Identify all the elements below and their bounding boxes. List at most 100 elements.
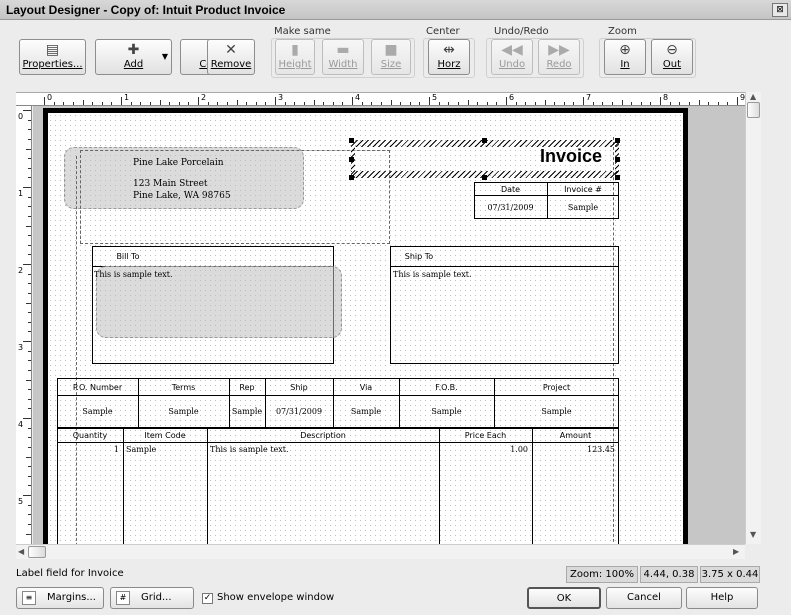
show-envelope-label[interactable]: Show envelope window: [217, 592, 334, 603]
ruler-tick: [602, 102, 604, 105]
ruler-tick: [28, 389, 31, 391]
ruler-tick: [515, 102, 517, 105]
ruler-tick: [101, 102, 103, 105]
remove-button[interactable]: ✕ Remove: [207, 39, 255, 75]
ruler-tick: [28, 158, 31, 160]
horz-label: Horz: [437, 59, 461, 70]
ruler-tick: [592, 102, 594, 105]
size-status: 3.75 x 0.44: [700, 566, 760, 583]
horizontal-scrollbar[interactable]: ◀ ▶: [16, 544, 745, 559]
horizontal-scroll-thumb[interactable]: [28, 546, 46, 558]
ruler-number: 0: [18, 112, 24, 121]
ruler-number: 6: [509, 93, 515, 102]
ruler-tick: [477, 102, 479, 105]
address-line-1[interactable]: 123 Main Street: [133, 179, 208, 190]
ruler-tick: [178, 102, 180, 105]
ruler-tick: [496, 102, 498, 105]
ruler-tick: [409, 102, 411, 105]
resize-handle-t[interactable]: [482, 138, 487, 143]
help-button[interactable]: Help: [686, 587, 758, 609]
resize-handle-br[interactable]: [615, 175, 620, 180]
undo-label: Undo: [498, 59, 526, 70]
scroll-up-icon[interactable]: ▲: [750, 92, 756, 101]
properties-icon: ▤: [45, 42, 60, 58]
ruler-tick: [698, 100, 700, 105]
size-button[interactable]: ■ Size: [371, 39, 411, 75]
zoom-out-label: Out: [662, 59, 682, 70]
grid-button[interactable]: # Grid...: [110, 587, 194, 609]
company-name[interactable]: Pine Lake Porcelain: [133, 158, 224, 169]
ruler-tick: [28, 167, 31, 169]
ruler-tick: [72, 102, 74, 105]
ruler-tick: [23, 341, 31, 342]
info-header: P.O. Number: [72, 383, 123, 392]
ruler-tick: [23, 495, 31, 496]
ruler-tick: [28, 244, 31, 246]
ruler-tick: [708, 102, 710, 105]
ruler-tick: [28, 475, 31, 477]
position-status: 4.44, 0.38: [640, 566, 698, 583]
height-button[interactable]: ▮ Height: [275, 39, 315, 75]
redo-button[interactable]: ▶▶ Redo: [538, 39, 580, 75]
undo-button[interactable]: ◀◀ Undo: [491, 39, 533, 75]
info-value: 07/31/2009: [275, 407, 323, 416]
address-line-2[interactable]: Pine Lake, WA 98765: [133, 191, 231, 202]
width-button[interactable]: ▬ Width: [322, 39, 364, 75]
redo-icon: ▶▶: [548, 42, 570, 58]
resize-handle-r[interactable]: [615, 157, 620, 162]
resize-handle-bl[interactable]: [349, 175, 354, 180]
design-canvas[interactable]: Pine Lake Porcelain 123 Main Street Pine…: [33, 106, 745, 544]
ruler-number: 2: [201, 93, 207, 102]
ruler-tick: [28, 485, 31, 487]
scroll-down-icon[interactable]: ▼: [750, 530, 756, 539]
zoom-out-button[interactable]: ⊖ Out: [651, 39, 693, 75]
ruler-tick: [28, 119, 31, 121]
ruler-tick: [26, 148, 31, 150]
bill-to-label: Bill To: [116, 252, 140, 261]
add-label: Add: [123, 59, 144, 70]
ruler-tick: [332, 102, 334, 105]
resize-handle-tr[interactable]: [615, 138, 620, 143]
ruler-tick: [448, 102, 450, 105]
info-header: Via: [359, 383, 373, 392]
info-table-divider: [57, 395, 619, 396]
scroll-right-icon[interactable]: ▶: [733, 547, 739, 556]
vertical-scrollbar[interactable]: ▲ ▼: [745, 92, 761, 544]
margins-button[interactable]: ≡ Margins...: [16, 587, 104, 609]
zoom-in-button[interactable]: ⊕ In: [604, 39, 646, 75]
ruler-tick: [28, 408, 31, 410]
close-icon[interactable]: ⊠: [772, 3, 788, 17]
items-col-divider: [123, 428, 124, 544]
items-header: Description: [300, 431, 346, 440]
invoice-page[interactable]: Pine Lake Porcelain 123 Main Street Pine…: [43, 108, 688, 544]
status-label: Label field for Invoice: [16, 568, 124, 579]
ruler-tick: [303, 102, 305, 105]
ruler-tick: [506, 97, 507, 105]
horz-button[interactable]: ⇹ Horz: [428, 39, 470, 75]
show-envelope-checkbox[interactable]: ✓: [202, 593, 213, 604]
horizontal-ruler: 0123456789: [16, 92, 745, 106]
ruler-tick: [28, 196, 31, 198]
ruler-tick: [737, 97, 738, 105]
info-value: Sample: [231, 407, 263, 416]
ruler-number: 1: [124, 93, 130, 102]
ruler-tick: [28, 398, 31, 400]
resize-handle-tl[interactable]: [349, 138, 354, 143]
cancel-button[interactable]: Cancel: [606, 587, 682, 609]
ship-to-box[interactable]: [390, 246, 619, 364]
properties-button[interactable]: ▤ Properties...: [19, 39, 86, 75]
item-amount: 123.45: [587, 445, 615, 454]
ok-button[interactable]: OK: [527, 587, 601, 609]
ruler-tick: [361, 102, 363, 105]
invoice-title-label[interactable]: Invoice: [540, 146, 602, 167]
vertical-scroll-thumb[interactable]: [747, 102, 760, 118]
scroll-left-icon[interactable]: ◀: [18, 547, 24, 556]
add-button[interactable]: ✚ Add ▼: [95, 39, 172, 75]
bill-to-text: This is sample text.: [94, 270, 173, 279]
vertical-ruler: 0123456: [16, 106, 32, 544]
ruler-tick: [573, 102, 575, 105]
resize-handle-b[interactable]: [482, 175, 487, 180]
resize-handle-l[interactable]: [349, 157, 354, 162]
ruler-number: 1: [18, 189, 24, 198]
ruler-tick: [284, 102, 286, 105]
